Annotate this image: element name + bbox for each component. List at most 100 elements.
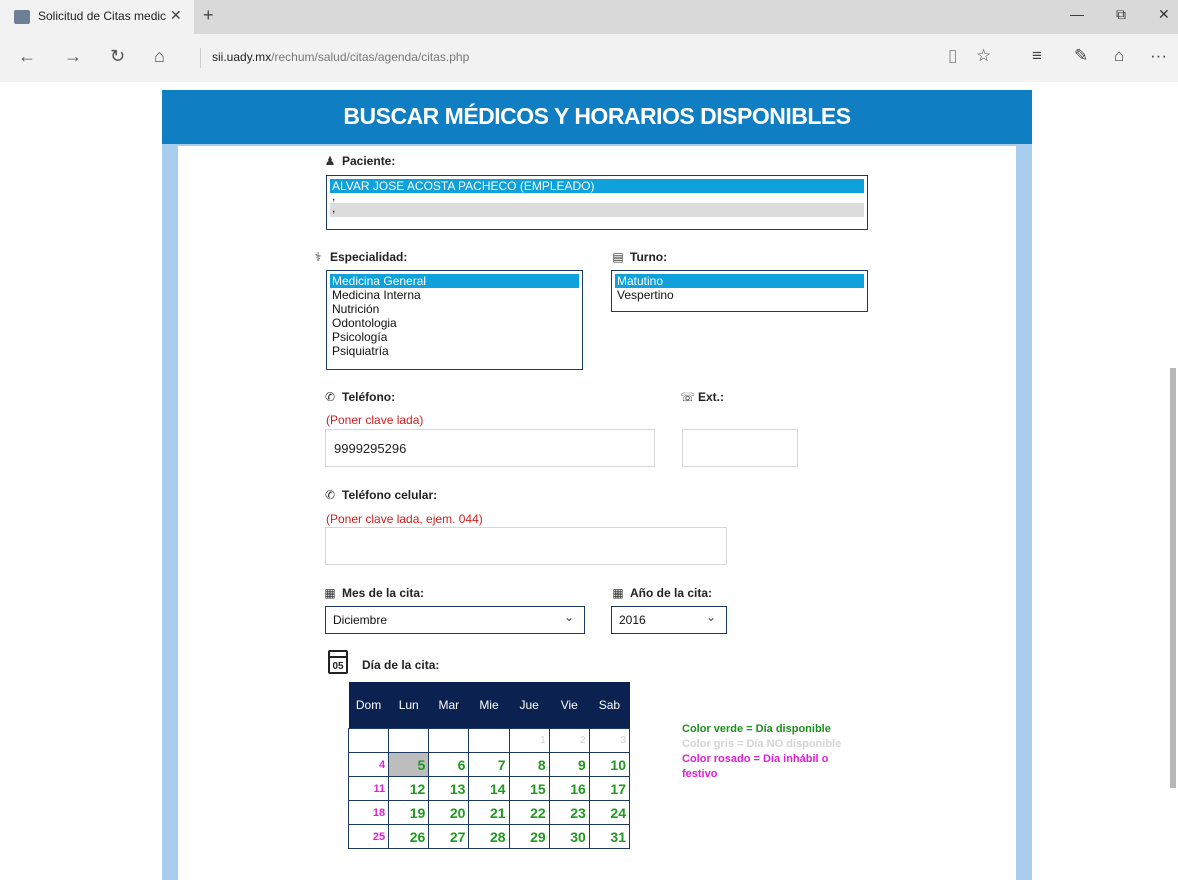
calendar-day-available[interactable]: 9 (548, 752, 590, 777)
especialidad-option[interactable]: Medicina Interna (330, 288, 579, 302)
weekday-header: Lun (388, 682, 429, 729)
calendar-day-available[interactable]: 24 (588, 800, 631, 825)
calendar-day-available[interactable]: 5 (388, 752, 430, 777)
address-bar: ← → ↻ ⌂ sii.uady.mx/rechum/salud/citas/a… (0, 34, 1178, 82)
reading-view-icon[interactable]: ▯ (948, 46, 957, 66)
calendar-day-available[interactable]: 15 (508, 776, 550, 801)
telefono-input[interactable]: 9999295296 (325, 429, 655, 467)
mes-select[interactable]: Diciembre ⌄ (325, 606, 585, 634)
especialidad-option[interactable]: Psiquiatría (330, 344, 579, 358)
ext-input[interactable] (682, 429, 798, 467)
calendar-day-available[interactable]: 8 (508, 752, 550, 777)
especialidad-option[interactable]: Medicina General (330, 274, 579, 288)
telefono-hint: (Poner clave lada) (326, 413, 424, 427)
stethoscope-icon: ⚕ (314, 250, 322, 264)
especialidad-option[interactable]: Odontologia (330, 316, 579, 330)
calendar-day-available[interactable]: 14 (468, 776, 510, 801)
new-tab-button[interactable]: + (203, 5, 214, 26)
paciente-label-text: Paciente: (342, 154, 396, 168)
paciente-option[interactable]: , (330, 190, 864, 203)
legend-unavailable: Color gris = Día NO disponible (682, 738, 842, 750)
paciente-listbox[interactable]: ALVAR JOSE ACOSTA PACHECO (EMPLEADO) , , (326, 175, 868, 230)
calendar-table: Dom Lun Mar Mie Jue Vie Sab 1 2 3 4 5 6 … (347, 682, 631, 849)
weekday-header: Jue (509, 682, 550, 729)
paciente-option[interactable]: ALVAR JOSE ACOSTA PACHECO (EMPLEADO) (330, 179, 864, 193)
turno-option[interactable]: Matutino (615, 274, 864, 288)
hub-icon[interactable]: ≡ (1032, 46, 1042, 66)
calendar-day-available[interactable]: 20 (428, 800, 470, 825)
calendar-day-available[interactable]: 27 (428, 824, 470, 849)
calendar-day-icon: 05 (328, 650, 348, 674)
weekday-header: Dom (348, 682, 389, 729)
especialidad-listbox[interactable]: Medicina General Medicina Interna Nutric… (326, 270, 583, 370)
turno-label-text: Turno: (630, 250, 668, 264)
calendar-day-available[interactable]: 10 (588, 752, 631, 777)
calendar-day-available[interactable]: 31 (588, 824, 631, 849)
celular-input[interactable] (325, 527, 727, 565)
minimize-button[interactable]: — (1070, 6, 1084, 22)
turno-option[interactable]: Vespertino (615, 288, 864, 302)
calendar-day-unavailable: 2 (548, 728, 590, 753)
calendar-day-available[interactable]: 19 (388, 800, 430, 825)
calendar-day-empty (388, 728, 430, 753)
schedule-icon: ▤ (612, 250, 624, 264)
especialidad-label-text: Especialidad: (330, 250, 408, 264)
calendar-day-available[interactable]: 17 (588, 776, 631, 801)
calendar-icon: ▦ (612, 586, 624, 600)
weekday-header: Mar (428, 682, 469, 729)
calendar-day-available[interactable]: 22 (508, 800, 550, 825)
calendar-legend: Color verde = Día disponible Color gris … (682, 722, 841, 782)
calendar-day-available[interactable]: 23 (548, 800, 590, 825)
calendar-day-available[interactable]: 26 (388, 824, 430, 849)
calendar-day-available[interactable]: 16 (548, 776, 590, 801)
legend-holiday-cont: festivo (682, 768, 718, 780)
url-host: sii.uady.mx (212, 50, 272, 64)
anio-select[interactable]: 2016 ⌄ (611, 606, 727, 634)
site-favicon-icon (14, 10, 30, 24)
calendar-day-available[interactable]: 21 (468, 800, 510, 825)
celular-hint: (Poner clave lada, ejem. 044) (326, 512, 483, 526)
paciente-option[interactable]: , (330, 202, 864, 217)
especialidad-option[interactable]: Psicología (330, 330, 579, 344)
weekday-header: Mie (468, 682, 510, 729)
calendar-day-available[interactable]: 13 (428, 776, 470, 801)
calendar-day-available[interactable]: 29 (508, 824, 550, 849)
more-icon[interactable]: ··· (1150, 46, 1167, 66)
calendar-day-empty (347, 728, 390, 753)
page-title: BUSCAR MÉDICOS Y HORARIOS DISPONIBLES (343, 103, 851, 129)
close-tab-icon[interactable]: ✕ (170, 7, 182, 24)
page-scrollbar[interactable] (1170, 368, 1176, 788)
legend-holiday: Color rosado = Día inhábil o (682, 753, 829, 765)
calendar-week-row: 25 26 27 28 29 30 31 (347, 824, 631, 849)
restore-button[interactable]: ⧉ (1116, 6, 1126, 23)
calendar-week-row: 4 5 6 7 8 9 10 (347, 752, 631, 777)
browser-tab[interactable]: Solicitud de Citas medic ✕ (0, 0, 194, 34)
weekday-header: Vie (549, 682, 590, 729)
calendar-day-holiday: 25 (347, 824, 390, 849)
url-field[interactable]: sii.uady.mx/rechum/salud/citas/agenda/ci… (212, 50, 469, 64)
calendar-day-available[interactable]: 12 (388, 776, 430, 801)
calendar-day-available[interactable]: 30 (548, 824, 590, 849)
close-window-button[interactable]: ✕ (1158, 6, 1170, 23)
anio-label: ▦ Año de la cita: (612, 586, 712, 600)
favorite-star-icon[interactable]: ☆ (976, 46, 991, 66)
calendar-day-empty (468, 728, 510, 753)
calendar-day-available[interactable]: 7 (468, 752, 510, 777)
anio-selected-value: 2016 (619, 613, 646, 627)
turno-label: ▤ Turno: (612, 250, 667, 264)
calendar-day-available[interactable]: 28 (468, 824, 510, 849)
ext-label: ☏ Ext.: (680, 390, 724, 404)
forward-icon[interactable]: → (64, 46, 82, 67)
back-icon[interactable]: ← (18, 46, 36, 67)
refresh-icon[interactable]: ↻ (110, 46, 125, 67)
turno-listbox[interactable]: Matutino Vespertino (611, 270, 868, 312)
person-icon: ♟ (324, 154, 336, 168)
calendar-day-available[interactable]: 6 (428, 752, 470, 777)
especialidad-label: ⚕ Especialidad: (312, 250, 408, 264)
home-icon[interactable]: ⌂ (154, 46, 165, 67)
calendar-day-unavailable: 1 (508, 728, 550, 753)
share-icon[interactable]: ⌂ (1114, 46, 1124, 66)
especialidad-option[interactable]: Nutrición (330, 302, 579, 316)
web-note-icon[interactable]: ✎ (1074, 46, 1088, 66)
calendar-week-row: 18 19 20 21 22 23 24 (347, 800, 631, 825)
